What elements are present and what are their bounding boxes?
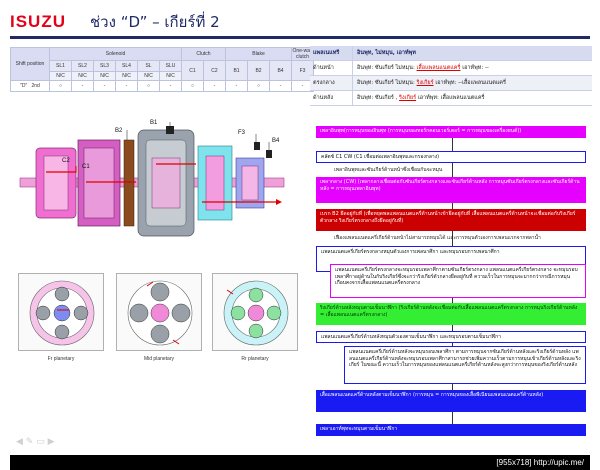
transmission-cutaway-diagram: B2 B1 F3 B4 C2 C1 xyxy=(16,118,288,256)
planetary-io-table: แพลเนแทรี อินพุท, ไม่หมุน, เอาท์พุท ด้าน… xyxy=(310,46,592,106)
flow-step-output-shaft: เพลาเอาท์พุทจะหมุนตามเข็มนาฬิกา xyxy=(316,424,586,436)
table-cell: ○ xyxy=(247,80,270,92)
flow-note-1: เพลาอินพุทและซันเกียร์ด้านหน้าซึ่งเชื่อม… xyxy=(334,167,443,173)
header-io: อินพุท, ไม่หมุน, เอาท์พุท xyxy=(352,46,592,60)
flow-step-rear-ring: ริงเกียร์ด้านหลังหมุนตามเข็มนาฬิกา (ริงเ… xyxy=(316,303,586,325)
header-divider xyxy=(10,36,590,39)
col-c1: C1 xyxy=(181,60,204,81)
front-planetary-caption: Fr planetary xyxy=(47,356,75,362)
table-cell: ○ xyxy=(181,80,204,92)
clutch-group-header: Clutch xyxy=(181,47,226,61)
label-b1: B1 xyxy=(150,120,158,126)
nc-cell: N/C xyxy=(93,71,116,81)
table-cell: - xyxy=(93,80,116,92)
row-value: อินพุท: ซันเกียร์ ไม่หมุน: ริงเกียร์ เอา… xyxy=(352,76,592,90)
label-c1: C1 xyxy=(82,164,90,170)
nc-cell: N/C xyxy=(159,71,182,81)
label-c2: C2 xyxy=(62,158,70,164)
table-cell: - xyxy=(269,80,292,92)
flow-step-brake-b2: เบรก B2 ยึดอยู่กับที่ (เพื่อหยุดพลแพลนแน… xyxy=(316,209,586,231)
row-key: ด้านหลัง xyxy=(313,95,334,101)
col-c2: C2 xyxy=(203,60,226,81)
col-sl4: SL4 xyxy=(115,60,138,72)
prev-slide-icon[interactable]: ◀ xyxy=(16,437,23,447)
blake-group-header: Blake xyxy=(225,47,292,61)
table-cell: - xyxy=(71,80,94,92)
front-planetary-drawing xyxy=(29,280,95,346)
rear-planetary-caption: Rr planetary xyxy=(241,356,269,362)
nc-cell: N/C xyxy=(137,71,160,81)
page-title: ช่วง “D” – เกียร์ที่ 2 xyxy=(90,13,220,31)
table-cell: - xyxy=(159,80,182,92)
row-key: ด้านหน้า xyxy=(313,65,334,71)
table-cell: ○ xyxy=(137,80,160,92)
table-cell: ○ xyxy=(49,80,72,92)
flow-step-input-shaft: เพลาอินพุท(การหมุนของอินพุท (การหมุนของท… xyxy=(316,126,586,138)
rear-planetary-image xyxy=(212,273,298,351)
front-planetary-image xyxy=(18,273,104,351)
flow-step-rear-carrier: เสื้อแพลนแนตแครี่ด้านหลังตามเข็มนาฬิกา (… xyxy=(316,390,586,412)
row-key: ตรงกลาง xyxy=(313,80,335,86)
nc-cell: N/C xyxy=(115,71,138,81)
table-header-row: แพลเนแทรี อินพุท, ไม่หมุน, เอาท์พุท xyxy=(310,46,592,61)
gearset-drawing xyxy=(19,122,285,237)
table-row: ตรงกลาง อินพุท: ซันเกียร์ ไม่หมุน: ริงเก… xyxy=(310,76,592,91)
col-sl3: SL3 xyxy=(93,60,116,72)
label-b4: B4 xyxy=(272,138,280,144)
mid-planetary-drawing xyxy=(127,280,193,346)
table-cell: - xyxy=(115,80,138,92)
label-f3: F3 xyxy=(238,130,246,136)
table-cell: - xyxy=(203,80,226,92)
shift-position-header: Shift position xyxy=(10,47,50,81)
solenoid-operation-table: Shift position Solenoid Clutch Blake One… xyxy=(10,47,314,92)
next-slide-icon[interactable]: ▶ xyxy=(48,437,55,447)
row-value: อินพุท: ซันเกียร์ ไม่หมุน: เสื้อแพลนแนตแ… xyxy=(352,61,592,75)
col-sl2: SL2 xyxy=(71,60,94,72)
pen-icon[interactable]: ✎ xyxy=(26,437,34,447)
table-row: ด้านหน้า อินพุท: ซันเกียร์ ไม่หมุน: เสื้… xyxy=(310,61,592,76)
header-planetary: แพลเนแทรี xyxy=(313,50,340,56)
col-slu: SLU xyxy=(159,60,182,72)
mid-planetary-image xyxy=(116,273,202,351)
rear-planetary-drawing xyxy=(223,280,289,346)
col-sl1: SL1 xyxy=(49,60,72,72)
row-value: อินพุท: ซันเกียร์ , ริงเกียร์ เอาท์พุท: … xyxy=(352,91,592,105)
nc-cell: N/C xyxy=(71,71,94,81)
col-b2: B2 xyxy=(247,60,270,81)
nc-cell: N/C xyxy=(49,71,72,81)
watermark-footer: [955x718] http://upic.me/ xyxy=(10,455,590,470)
slide-toolbar[interactable]: ◀ ✎ ▭ ▶ xyxy=(16,437,55,447)
mid-planetary-caption: Mid planetary xyxy=(143,356,174,362)
table-cell: - xyxy=(225,80,248,92)
flow-note-3: แพลนแนตแครี่เกียร์ตรงกลางจะหมุนรอบเพลาศึ… xyxy=(330,264,586,298)
flow-step-clutch-c1: คลัตช์ C1 CW (C1 เชื่อมต่อเพลาอินพุทและก… xyxy=(316,151,586,163)
solenoid-group-header: Solenoid xyxy=(49,47,182,61)
flow-note-2: เฟืองแพลนแนตแครี่เกียร์ด้านหน้าไม่สามารถ… xyxy=(334,235,541,241)
col-b1: B1 xyxy=(225,60,248,81)
isuzu-logo: ISUZU xyxy=(10,12,66,31)
table-row: ด้านหลัง อินพุท: ซันเกียร์ , ริงเกียร์ เ… xyxy=(310,91,592,106)
flow-step-intermediate-shaft: เพลากลาง (CW) (เพลากลางเชื่อมต่อกับซันเก… xyxy=(316,177,586,203)
menu-icon[interactable]: ▭ xyxy=(36,437,45,447)
flow-note-4: แพลนแนตแครี่เกียร์ด้านหลังจะหมุนรอบเพลาศ… xyxy=(344,346,586,384)
col-sl: SL xyxy=(137,60,160,72)
col-b4: B4 xyxy=(269,60,292,81)
shift-row-label: "D" 2nd xyxy=(10,80,50,92)
label-b2: B2 xyxy=(115,128,123,134)
flow-step-rear-pinion: แพลนแนตแครี่เกียร์ด้านหลังหมุนตัวเองตามเ… xyxy=(316,331,586,343)
